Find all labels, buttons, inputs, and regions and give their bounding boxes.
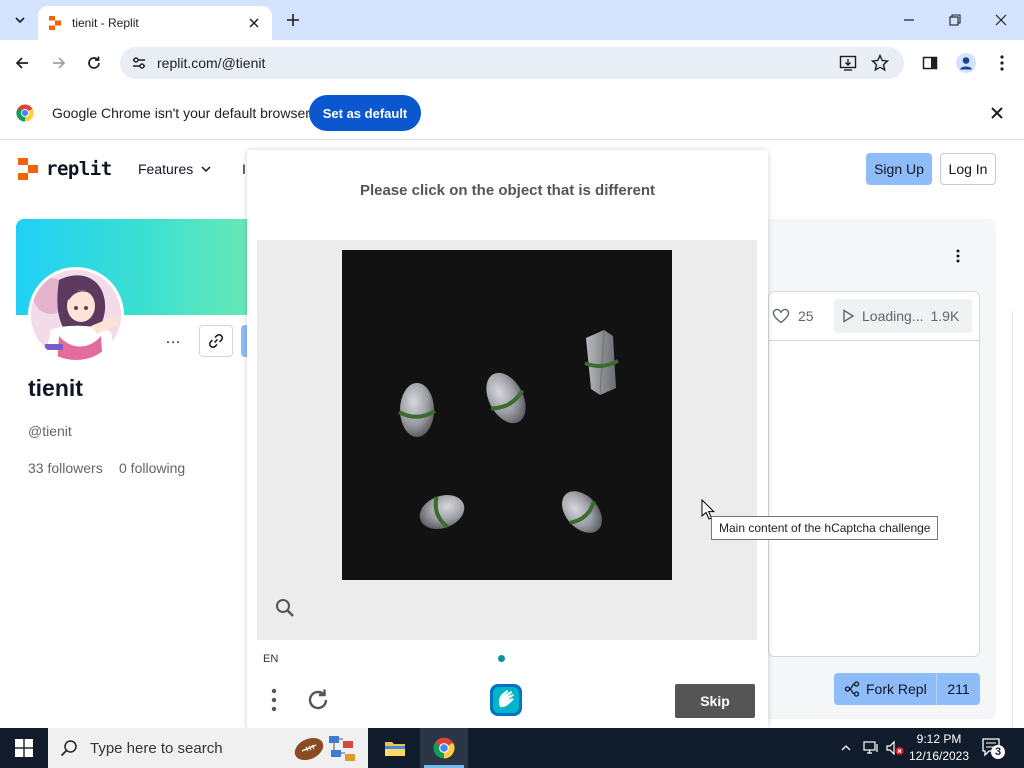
run-count: 1.9K xyxy=(930,308,960,324)
heart-icon xyxy=(772,308,790,324)
fork-count: 211 xyxy=(936,673,980,705)
default-browser-infobar: Google Chrome isn't your default browser… xyxy=(0,86,1024,140)
play-icon xyxy=(843,309,855,323)
captcha-refresh-icon[interactable] xyxy=(305,687,331,713)
sign-up-button[interactable]: Sign Up xyxy=(866,153,932,185)
fork-repl-button[interactable]: Fork Repl 211 xyxy=(834,673,980,705)
object-egg-2[interactable] xyxy=(477,366,534,431)
notification-count-badge: 3 xyxy=(994,746,1002,758)
tab-close-icon[interactable] xyxy=(246,15,262,31)
link-icon xyxy=(209,334,223,348)
bookmark-star-icon[interactable] xyxy=(868,51,892,75)
object-egg-4[interactable] xyxy=(554,483,610,540)
search-icon xyxy=(60,740,77,757)
nav-item-partial[interactable]: I xyxy=(242,161,246,177)
followers-link[interactable]: 33 followers xyxy=(28,460,103,476)
page-scrollbar[interactable] xyxy=(1012,311,1024,728)
challenge-progress-dot xyxy=(498,655,505,662)
object-different-box[interactable] xyxy=(584,329,619,396)
nav-features-menu[interactable]: Features xyxy=(138,161,211,177)
run-status-label: Loading... xyxy=(862,308,924,324)
language-selector[interactable]: EN xyxy=(263,653,278,665)
window-minimize-icon[interactable] xyxy=(886,0,932,40)
chrome-logo-icon xyxy=(16,104,34,122)
new-tab-plus-icon[interactable] xyxy=(282,9,304,31)
hcaptcha-logo-icon[interactable] xyxy=(489,683,523,717)
browser-tab-active[interactable]: tienit - Replit xyxy=(38,6,272,40)
challenge-image[interactable] xyxy=(342,250,672,580)
repl-options-kebab-icon[interactable] xyxy=(956,249,960,267)
window-close-icon[interactable] xyxy=(978,0,1024,40)
profile-handle: @tienit xyxy=(28,423,72,439)
replit-favicon-icon xyxy=(48,16,62,30)
taskbar-search-box[interactable]: Type here to search xyxy=(48,728,368,768)
fork-icon xyxy=(844,681,860,697)
taskbar-clock[interactable]: 9:12 PM 12/16/2023 xyxy=(905,731,973,765)
fork-repl-main[interactable]: Fork Repl xyxy=(834,681,936,697)
run-count-badge: Loading... 1.9K xyxy=(834,299,972,333)
captcha-tooltip: Main content of the hCaptcha challenge xyxy=(711,516,939,540)
repl-preview[interactable] xyxy=(768,291,980,657)
nav-features-label: Features xyxy=(138,161,194,177)
windows-start-icon[interactable] xyxy=(0,728,48,768)
install-app-icon[interactable] xyxy=(836,51,860,75)
windows-taskbar: Type here to search 9:12 PM 12/16/2023 3 xyxy=(0,728,1024,768)
chrome-menu-kebab-icon[interactable] xyxy=(990,51,1014,75)
replit-wordmark: replit xyxy=(46,158,112,180)
chrome-taskbar-icon[interactable] xyxy=(420,728,468,768)
clock-date: 12/16/2023 xyxy=(908,749,970,763)
clock-time: 9:12 PM xyxy=(916,732,962,746)
infobar-close-icon[interactable] xyxy=(988,104,1006,122)
like-count: 25 xyxy=(798,308,814,324)
tray-chevron-up-icon[interactable] xyxy=(836,728,856,768)
set-as-default-button[interactable]: Set as default xyxy=(309,95,421,131)
chevron-down-icon xyxy=(201,166,211,173)
hcaptcha-challenge: Please click on the object that is diffe… xyxy=(247,150,768,730)
profile-avatar-icon[interactable] xyxy=(954,51,978,75)
tab-search-chevron-icon[interactable] xyxy=(8,8,32,32)
volume-muted-icon[interactable] xyxy=(884,728,906,768)
profile-display-name: tienit xyxy=(28,375,83,401)
browser-tab-strip: tienit - Replit xyxy=(0,0,1024,40)
object-egg-3[interactable] xyxy=(415,489,469,535)
profile-more-button[interactable]: … xyxy=(165,330,182,348)
replit-mark-icon xyxy=(18,158,38,180)
back-arrow-icon[interactable] xyxy=(10,51,34,75)
url-text: replit.com/@tienit xyxy=(157,55,266,71)
address-bar[interactable]: replit.com/@tienit xyxy=(120,47,904,79)
reload-icon[interactable] xyxy=(82,51,106,75)
browser-toolbar: replit.com/@tienit xyxy=(0,40,1024,86)
forward-arrow-icon[interactable] xyxy=(47,51,71,75)
notification-center-icon[interactable]: 3 xyxy=(980,736,1006,760)
object-egg-1[interactable] xyxy=(398,383,437,437)
tab-title: tienit - Replit xyxy=(72,16,139,30)
zoom-magnifier-icon[interactable] xyxy=(275,598,297,620)
file-explorer-icon[interactable] xyxy=(371,728,419,768)
window-restore-icon[interactable] xyxy=(932,0,978,40)
infobar-message: Google Chrome isn't your default browser xyxy=(52,105,310,121)
site-info-tune-icon[interactable] xyxy=(124,47,154,79)
replit-logo[interactable]: replit xyxy=(18,158,112,180)
profile-avatar xyxy=(28,267,124,363)
log-in-button[interactable]: Log In xyxy=(940,153,996,185)
taskbar-search-placeholder: Type here to search xyxy=(90,739,223,757)
following-link[interactable]: 0 following xyxy=(119,460,185,476)
skip-button[interactable]: Skip xyxy=(675,684,755,718)
side-panel-icon[interactable] xyxy=(918,51,942,75)
network-icon[interactable] xyxy=(860,728,882,768)
captcha-prompt: Please click on the object that is diffe… xyxy=(359,182,656,199)
captcha-menu-kebab-icon[interactable] xyxy=(265,686,283,714)
football-search-highlight-icon xyxy=(294,736,355,761)
fork-repl-label: Fork Repl xyxy=(866,681,927,697)
challenge-area xyxy=(257,240,757,640)
like-button[interactable]: 25 xyxy=(772,308,814,324)
copy-link-button[interactable] xyxy=(199,325,233,357)
